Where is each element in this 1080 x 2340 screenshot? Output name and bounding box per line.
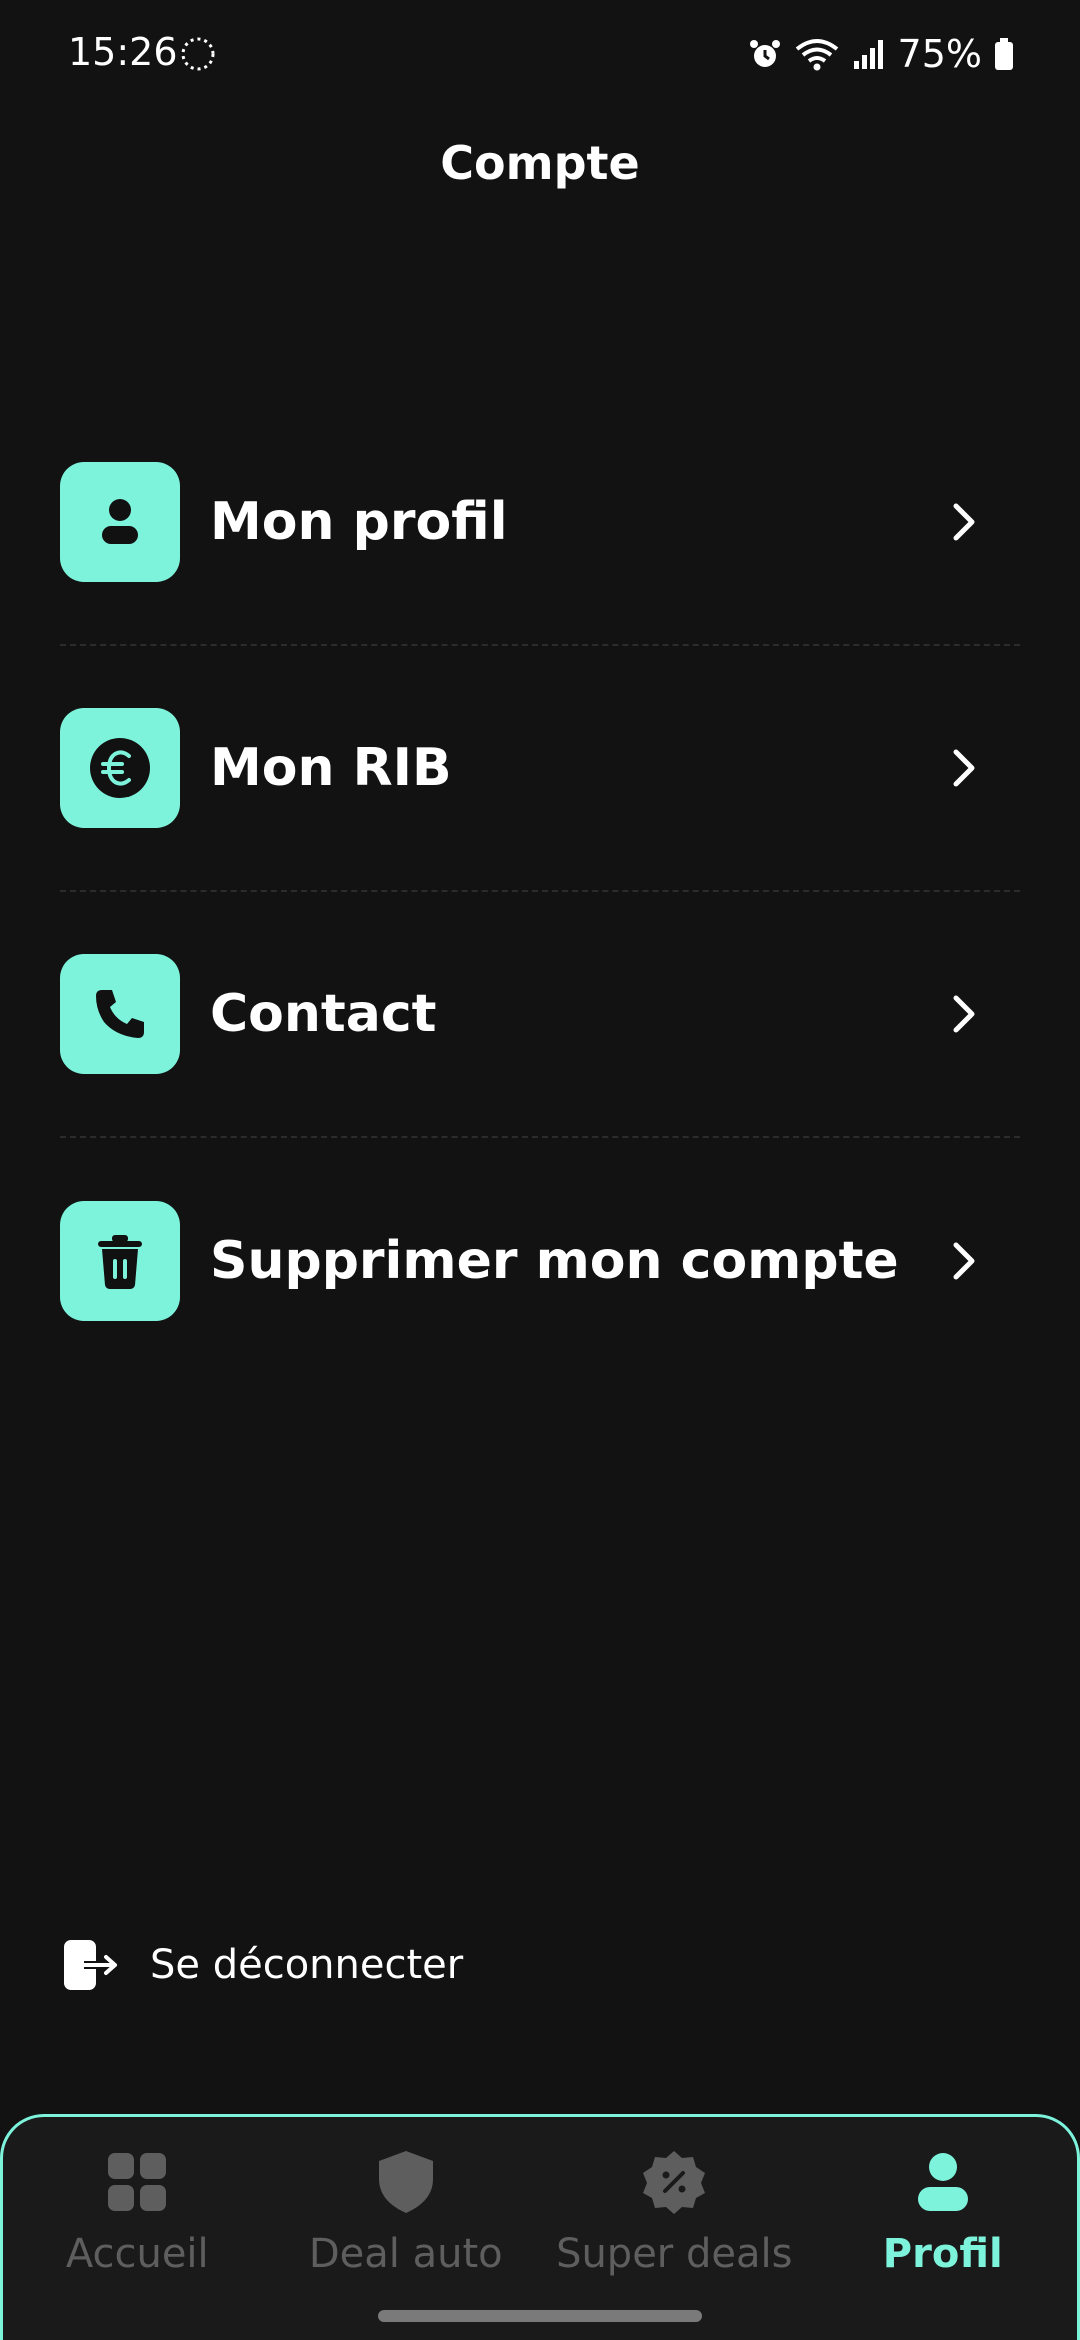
account-menu: Mon profil Mon RIB Contact Supprimer mon…: [60, 400, 1020, 1384]
menu-icon-container: [60, 462, 180, 582]
menu-item-label: Mon RIB: [210, 738, 452, 798]
logout-button[interactable]: Se déconnecter: [62, 1930, 463, 2000]
battery-icon: [995, 38, 1013, 70]
wifi-icon: [795, 39, 838, 71]
chevron-right-icon: [944, 994, 984, 1034]
menu-item-contact[interactable]: Contact: [60, 892, 1020, 1138]
nav-item-deal-auto[interactable]: Deal auto: [272, 2117, 541, 2340]
chevron-right-icon: [944, 502, 984, 542]
menu-icon-container: [60, 954, 180, 1074]
menu-item-profile[interactable]: Mon profil: [60, 400, 1020, 646]
menu-icon-container: [60, 708, 180, 828]
logout-icon: [64, 1940, 117, 1990]
page-title: Compte: [440, 136, 640, 190]
menu-item-rib[interactable]: Mon RIB: [60, 646, 1020, 892]
battery-percent: 75%: [897, 32, 982, 76]
grid-icon: [108, 2153, 167, 2211]
signal-icon: [853, 40, 883, 69]
menu-icon-container: [60, 1201, 180, 1321]
status-icons: 75%: [748, 30, 1014, 78]
user-icon: [917, 2153, 968, 2211]
loading-icon: [181, 37, 215, 71]
user-icon: [102, 499, 138, 544]
nav-label: Deal auto: [308, 2231, 503, 2277]
menu-item-label: Contact: [210, 984, 437, 1044]
alarm-icon: [749, 40, 780, 67]
trash-icon: [98, 1235, 142, 1289]
phone-icon: [96, 990, 144, 1038]
logout-label: Se déconnecter: [150, 1942, 464, 1988]
nav-label: Super deals: [556, 2231, 793, 2277]
home-indicator[interactable]: [378, 2310, 702, 2322]
menu-item-label: Mon profil: [210, 492, 508, 552]
shield-icon: [378, 2151, 433, 2213]
percent-badge-icon: [643, 2151, 706, 2214]
status-time: 15:26: [68, 30, 178, 74]
chevron-right-icon: [944, 1241, 984, 1281]
status-bar: 15:26 75%: [0, 0, 1080, 110]
nav-item-super-deals[interactable]: Super deals: [540, 2117, 809, 2340]
nav-item-profile[interactable]: Profil: [809, 2117, 1078, 2340]
nav-item-home[interactable]: Accueil: [3, 2117, 272, 2340]
nav-label: Accueil: [65, 2231, 209, 2277]
bottom-nav: Accueil Deal auto Super deals Profil: [0, 2114, 1080, 2340]
menu-item-label: Supprimer mon compte: [210, 1231, 899, 1291]
menu-item-delete-account[interactable]: Supprimer mon compte: [60, 1138, 1020, 1384]
euro-icon: [90, 738, 150, 798]
nav-label: Profil: [882, 2231, 1003, 2277]
chevron-right-icon: [944, 748, 984, 788]
